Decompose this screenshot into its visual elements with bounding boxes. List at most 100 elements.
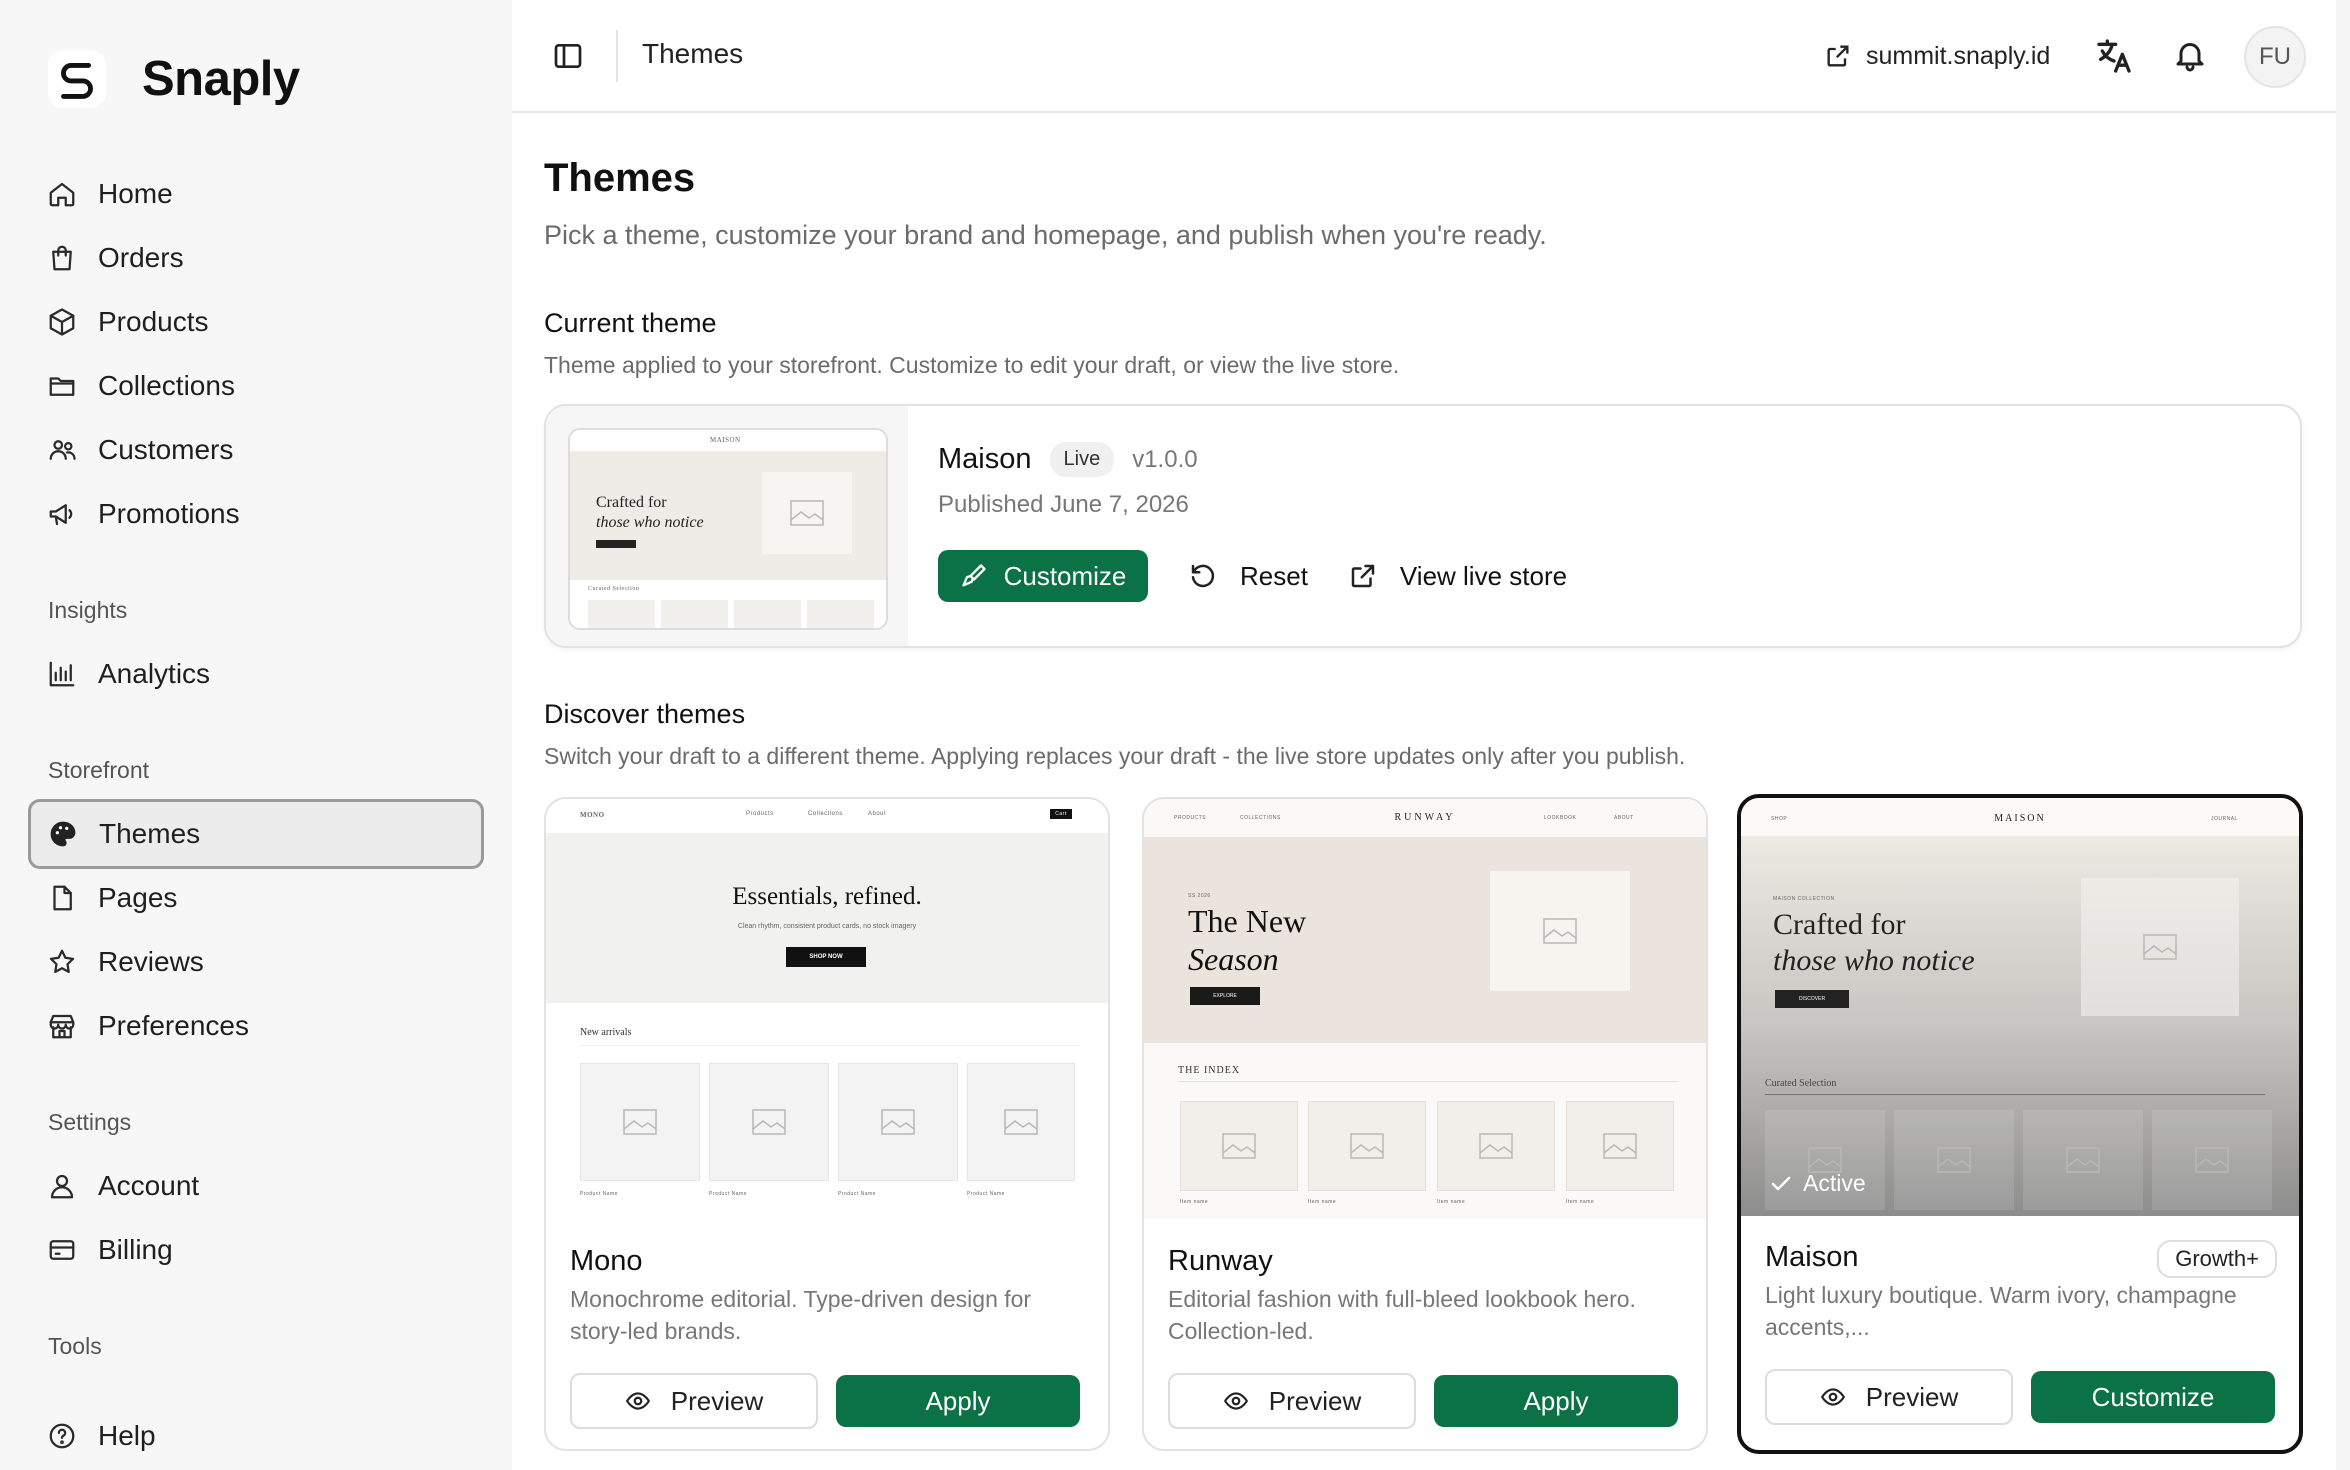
sidebar-item-analytics[interactable]: Analytics [30, 641, 482, 707]
customize-button[interactable]: Customize [938, 550, 1148, 602]
theme-thumbnail[interactable]: MONO Products Collections About Cart Ess… [546, 799, 1108, 1219]
image-placeholder-icon [1180, 1101, 1298, 1191]
thumb-cart: Cart [1050, 809, 1072, 819]
sidebar-item-label: Analytics [98, 658, 211, 689]
preview-button[interactable]: Preview [570, 1373, 818, 1429]
current-theme-actions: Customize Reset View live store [938, 550, 1567, 602]
divider [616, 30, 618, 82]
sidebar-item-help[interactable]: Help [30, 1403, 482, 1469]
language-icon[interactable] [2094, 36, 2134, 76]
user-icon [46, 1170, 78, 1202]
image-placeholder-icon [1437, 1101, 1555, 1191]
bar-chart-icon [46, 658, 78, 690]
page-title: Themes [544, 156, 696, 200]
sidebar-item-label: Home [98, 178, 173, 209]
image-placeholder-icon [709, 1063, 829, 1181]
sidebar-item-label: Reviews [98, 946, 204, 977]
sidebar-item-customers[interactable]: Customers [30, 417, 482, 483]
store-domain-link[interactable]: summit.snaply.id [1812, 28, 2062, 84]
reset-icon [1191, 564, 1215, 588]
image-placeholder-icon [967, 1063, 1075, 1181]
external-link-icon [1351, 564, 1375, 588]
theme-description: Monochrome editorial. Type-driven design… [570, 1286, 1032, 1344]
sidebar-item-label: Pages [98, 882, 178, 913]
view-live-store-button[interactable]: View live store [1348, 561, 1567, 592]
thumb-logo: MONO [580, 811, 605, 819]
bell-icon[interactable] [2172, 36, 2208, 74]
sidebar-item-label: Collections [98, 370, 235, 401]
customize-label: Customize [1003, 560, 1127, 591]
published-date: Published June 7, 2026 [938, 491, 1189, 518]
customize-button[interactable]: Customize [2031, 1371, 2275, 1423]
preview-button[interactable]: Preview [1168, 1373, 1416, 1429]
sidebar-item-pages[interactable]: Pages [30, 865, 482, 931]
sidebar-item-label: Help [98, 1420, 156, 1451]
theme-name: Maison [1765, 1241, 1859, 1273]
theme-card-maison: SHOP MAISON JOURNAL MAISON COLLECTION Cr… [1737, 794, 2303, 1454]
thumb-product-label: Product Name [967, 1191, 1005, 1197]
theme-thumbnail[interactable]: PRODUCTS COLLECTIONS RUNWAY LOOKBOOK ABO… [1144, 799, 1706, 1219]
preview-label: Preview [670, 1385, 764, 1416]
preview-button[interactable]: Preview [1765, 1369, 2013, 1425]
thumb-product-label: Item name [1437, 1199, 1466, 1205]
sidebar-item-billing[interactable]: Billing [30, 1217, 482, 1283]
sidebar-item-orders[interactable]: Orders [30, 225, 482, 291]
thumb-cta: DISCOVER [1775, 990, 1849, 1008]
thumb-tagline: Clean rhythm, consistent product cards, … [737, 923, 917, 930]
thumb-section: Curated Selection [1765, 1078, 1837, 1089]
thumb-nav-item: Collections [808, 811, 843, 817]
sidebar-item-products[interactable]: Products [30, 289, 482, 355]
theme-name: Runway [1168, 1245, 1273, 1277]
sidebar-item-preferences[interactable]: Preferences [30, 993, 482, 1059]
eye-icon [1223, 1392, 1248, 1410]
box-icon [46, 306, 78, 338]
thumb-product-label: Product Name [838, 1191, 876, 1197]
current-theme-title: Current theme [544, 308, 717, 338]
sidebar-item-reviews[interactable]: Reviews [30, 929, 482, 995]
current-theme-name: Maison [938, 443, 1032, 475]
image-placeholder-icon [1566, 1101, 1674, 1191]
sidebar-item-collections[interactable]: Collections [30, 353, 482, 419]
avatar[interactable]: FU [2244, 26, 2306, 88]
sidebar-item-home[interactable]: Home [30, 161, 482, 227]
thumb-headline-italic: those who notice [596, 514, 704, 531]
image-placeholder-icon [1308, 1101, 1426, 1191]
sidebar-item-label: Themes [99, 818, 201, 849]
thumb-nav-item: Products [746, 811, 774, 817]
current-theme-info: Maison Live v1.0.0 Published June 7, 202… [938, 442, 1198, 519]
sidebar-item-account[interactable]: Account [30, 1153, 482, 1219]
megaphone-icon [46, 498, 78, 530]
active-indicator: Active [1769, 1170, 1866, 1197]
thumb-product-label: Product Name [709, 1191, 747, 1197]
thumb-cta: EXPLORE [1190, 987, 1260, 1005]
sidebar-item-label: Customers [98, 434, 234, 465]
palette-icon [47, 818, 79, 850]
sidebar-toggle-icon[interactable] [552, 40, 584, 72]
thumb-logo: MAISON [710, 436, 741, 444]
image-placeholder-icon [2152, 1110, 2272, 1210]
theme-thumbnail[interactable]: SHOP MAISON JOURNAL MAISON COLLECTION Cr… [1741, 798, 2299, 1216]
brand[interactable]: Snaply [48, 50, 300, 108]
image-placeholder-icon [762, 472, 852, 554]
reset-button[interactable]: Reset [1188, 561, 1308, 592]
reset-label: Reset [1240, 560, 1308, 591]
sidebar-item-promotions[interactable]: Promotions [30, 481, 482, 547]
sidebar-item-label: Promotions [98, 498, 240, 529]
paintbrush-icon [961, 564, 986, 587]
nav-section-storefront: Storefront [48, 757, 149, 783]
theme-name: Mono [570, 1245, 643, 1277]
file-icon [46, 882, 78, 914]
brand-name: Snaply [142, 52, 300, 106]
snaply-logo-icon [48, 50, 106, 108]
sidebar-item-themes[interactable]: Themes [28, 799, 484, 869]
thumb-product-label: Product Name [580, 1191, 618, 1197]
apply-button[interactable]: Apply [836, 1375, 1080, 1427]
store-domain: summit.snaply.id [1866, 41, 2051, 70]
preview-label: Preview [1268, 1385, 1362, 1416]
nav-section-settings: Settings [48, 1109, 132, 1135]
check-icon [1771, 1176, 1791, 1190]
eye-icon [1820, 1388, 1845, 1406]
apply-button[interactable]: Apply [1434, 1375, 1678, 1427]
shopping-bag-icon [46, 242, 78, 274]
status-badge: Live [1049, 442, 1115, 477]
